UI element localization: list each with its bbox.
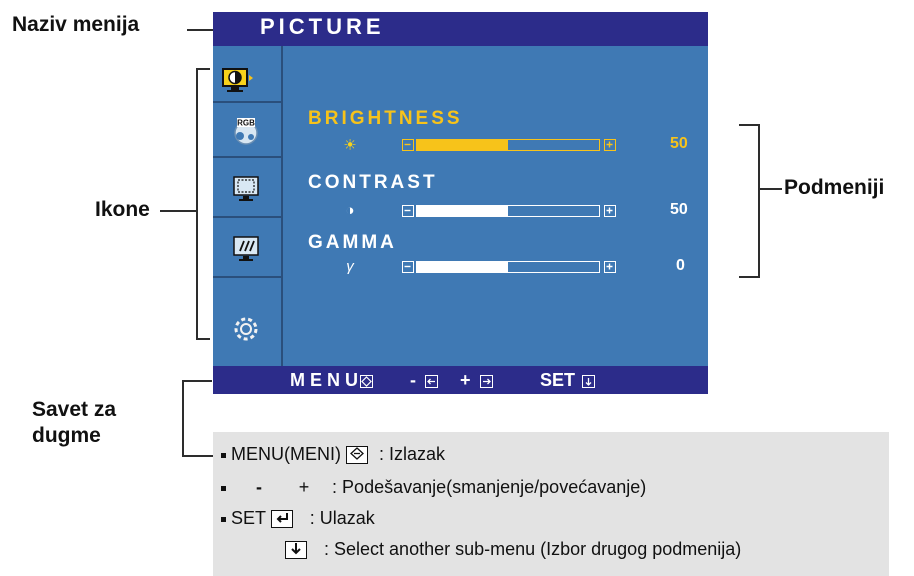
sidebar-separator [213, 101, 281, 103]
gamma-icon: γ [346, 258, 354, 275]
osd-menu-title: PICTURE [260, 14, 385, 39]
help-minus: - [256, 477, 263, 497]
sidebar-separator [213, 156, 281, 158]
right-arrow-key-icon [479, 374, 493, 388]
rgb-color-icon[interactable]: RGB [221, 106, 271, 155]
settings-gear-icon[interactable] [221, 304, 271, 353]
enter-key-icon [270, 510, 293, 529]
brightness-minus-button[interactable] [402, 139, 414, 151]
menu-key-icon [360, 374, 373, 388]
contrast-track[interactable] [416, 205, 600, 217]
osd-icon-sidebar: RGB [213, 46, 283, 366]
sun-icon: ☀ [343, 137, 357, 154]
help-menu-desc: : Izlazak [379, 444, 446, 464]
brightness-slider[interactable]: ☀ 50 [340, 135, 700, 158]
help-set-label: SET [231, 508, 266, 528]
tip-line-top [182, 380, 212, 382]
footer-minus-key[interactable]: - [410, 370, 439, 391]
tip-line-v [182, 380, 184, 456]
callout-menu-name: Naziv menija [12, 13, 140, 36]
down-arrow-key-icon [582, 374, 596, 388]
help-set-desc: : Ulazak [309, 508, 375, 528]
callout-icons: Ikone [95, 198, 150, 221]
bracket-sub-top [739, 124, 759, 126]
gamma-value: 0 [676, 257, 685, 274]
footer-set-key[interactable]: SET [540, 370, 596, 391]
contrast-value: 50 [670, 201, 688, 218]
help-row-select: : Select another sub-menu (Izbor drugog … [285, 539, 741, 560]
gamma-plus-button[interactable] [604, 261, 616, 273]
menu-key-icon [346, 446, 369, 465]
footer-plus-key[interactable]: + [460, 370, 493, 391]
help-plus: + [298, 477, 310, 497]
submenu-contrast-label[interactable]: CONTRAST [308, 172, 438, 194]
help-row-set: SET : Ulazak [221, 508, 375, 529]
callout-button-tip-1: Savet za [32, 398, 117, 421]
help-row-adjust: - + : Podešavanje(smanjenje/povećavanje) [221, 477, 646, 498]
footer-minus-label: - [410, 370, 416, 390]
submenu-gamma-label[interactable]: GAMMA [308, 232, 397, 254]
sidebar-separator [213, 276, 281, 278]
picture-icon[interactable] [221, 56, 266, 105]
footer-menu-label: MENU [290, 370, 363, 390]
submenu-brightness-label[interactable]: BRIGHTNESS [308, 108, 463, 130]
gamma-track[interactable] [416, 261, 600, 273]
contrast-slider[interactable]: ◑ 50 [340, 201, 700, 224]
gamma-slider[interactable]: γ 0 [340, 257, 700, 280]
tip-line-bottom [182, 455, 214, 457]
help-row-menu: MENU(MENI) : Izlazak [221, 444, 445, 465]
gamma-minus-button[interactable] [402, 261, 414, 273]
contrast-icon: ◑ [345, 202, 355, 219]
footer-menu-key[interactable]: MENU [290, 370, 373, 391]
gamma-fill [417, 262, 508, 272]
bracket-sub-h [758, 188, 782, 190]
bullet [221, 452, 226, 458]
bracket-sub-bottom [739, 276, 759, 278]
bracket-icons-bottom [196, 338, 210, 340]
sidebar-separator [213, 216, 281, 218]
contrast-fill [417, 206, 508, 216]
contrast-minus-button[interactable] [402, 205, 414, 217]
bracket-icons-h [160, 210, 196, 212]
footer-plus-label: + [460, 370, 471, 390]
bracket-sub-v [758, 124, 760, 278]
bracket-icons-v [196, 68, 198, 340]
left-arrow-key-icon [425, 374, 439, 388]
brightness-plus-button[interactable] [604, 139, 616, 151]
callout-submenus: Podmeniji [784, 176, 885, 199]
screen-position-icon[interactable] [221, 164, 271, 213]
bracket-icons-top [196, 68, 210, 70]
callout-button-tip-2: dugme [32, 424, 101, 447]
bullet [221, 485, 226, 491]
brightness-value: 50 [670, 135, 688, 152]
down-arrow-key-icon [285, 541, 307, 560]
help-adjust-desc: : Podešavanje(smanjenje/povećavanje) [332, 477, 647, 497]
help-menu-label: MENU(MENI) [231, 444, 341, 464]
button-tip-panel: MENU(MENI) : Izlazak - + : Podešavanje(s… [213, 432, 889, 576]
brightness-track[interactable] [416, 139, 600, 151]
brightness-fill [417, 140, 508, 150]
svg-text:RGB: RGB [237, 118, 255, 127]
help-select-desc: : Select another sub-menu (Izbor drugog … [324, 539, 742, 559]
footer-set-label: SET [540, 370, 576, 390]
tracking-icon[interactable] [221, 224, 271, 273]
contrast-plus-button[interactable] [604, 205, 616, 217]
bullet [221, 516, 226, 522]
